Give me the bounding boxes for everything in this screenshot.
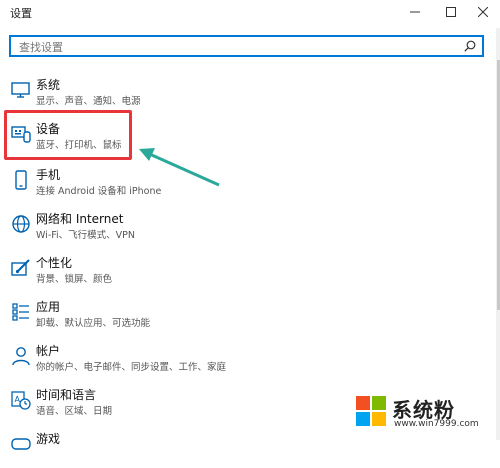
- settings-item-description: 语音、区域、日期: [36, 406, 113, 417]
- watermark-url: www.win7999.com: [394, 419, 479, 429]
- settings-item-label: 帐户: [36, 344, 61, 358]
- settings-item-label: 手机: [36, 168, 61, 182]
- maximize-icon: [446, 7, 456, 17]
- settings-item-personalization[interactable]: 个性化 背景、锁屏、颜色: [8, 254, 478, 292]
- title-bar: 设置: [0, 0, 500, 24]
- windows-logo-icon: [356, 396, 386, 426]
- search-input[interactable]: [17, 38, 461, 56]
- settings-item-description: 你的帐户、电子邮件、同步设置、工作、家庭: [36, 362, 227, 373]
- monitor-icon: [11, 82, 30, 98]
- window-title: 设置: [10, 7, 32, 20]
- watermark: 系统粉 www.win7999.com: [356, 394, 496, 432]
- settings-item-description: 显示、声音、通知、电源: [36, 96, 141, 107]
- minimize-button[interactable]: [400, 0, 430, 24]
- maximize-button[interactable]: [436, 0, 466, 24]
- gamepad-icon: [11, 438, 31, 450]
- time-language-icon: A: [11, 391, 31, 410]
- highlight-box: [4, 110, 132, 160]
- settings-item-label: 系统: [36, 78, 61, 92]
- settings-item-label: 时间和语言: [36, 388, 97, 402]
- settings-item-apps[interactable]: 应用 卸载、默认应用、可选功能: [8, 298, 478, 336]
- settings-item-accounts[interactable]: 帐户 你的帐户、电子邮件、同步设置、工作、家庭: [8, 342, 478, 380]
- settings-item-label: 网络和 Internet: [36, 212, 124, 226]
- search-icon[interactable]: [464, 40, 476, 52]
- search-box[interactable]: [9, 35, 484, 57]
- settings-item-system[interactable]: 系统 显示、声音、通知、电源: [8, 76, 478, 114]
- settings-item-network[interactable]: 网络和 Internet Wi-Fi、飞行模式、VPN: [8, 210, 478, 248]
- close-icon: [478, 7, 488, 17]
- settings-item-label: 应用: [36, 300, 61, 314]
- settings-item-phone[interactable]: 手机 连接 Android 设备和 iPhone: [8, 166, 478, 204]
- phone-icon: [15, 170, 27, 190]
- paintbrush-icon: [11, 259, 30, 276]
- settings-item-label: 个性化: [36, 256, 73, 270]
- globe-icon: [12, 215, 30, 233]
- settings-item-description: 背景、锁屏、颜色: [36, 274, 113, 285]
- pointer-arrow-icon: [139, 148, 220, 187]
- settings-item-label: 游戏: [36, 432, 61, 446]
- minimize-icon: [410, 11, 420, 13]
- person-icon: [12, 347, 30, 366]
- settings-item-gaming[interactable]: 游戏: [8, 430, 478, 468]
- apps-icon: [12, 303, 29, 321]
- settings-item-description: Wi-Fi、飞行模式、VPN: [36, 230, 135, 241]
- close-button[interactable]: [468, 0, 498, 24]
- settings-item-description: 卸载、默认应用、可选功能: [36, 318, 151, 329]
